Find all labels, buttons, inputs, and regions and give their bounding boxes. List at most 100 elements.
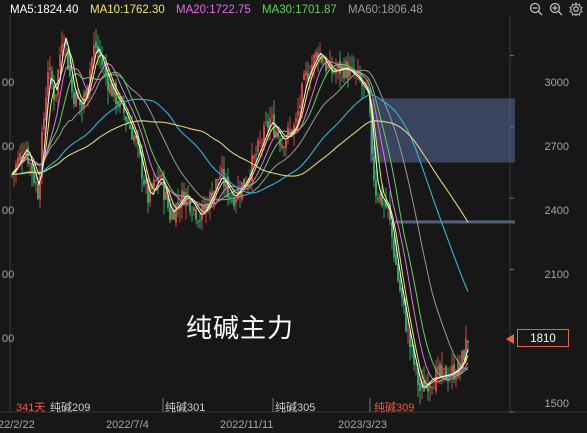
candle-body (431, 387, 433, 389)
x-tick-label: 22/2/22 (0, 419, 35, 431)
candle-body (47, 72, 49, 96)
current-price-tag: 1810 (517, 329, 569, 347)
zoom-in-icon[interactable] (549, 2, 563, 16)
candle-body (283, 146, 285, 149)
candle-body (143, 179, 145, 185)
candle-body (55, 94, 57, 97)
ma10-legend: MA10:1762.30 (90, 4, 165, 16)
candle-body (259, 141, 261, 143)
candle-body (297, 111, 299, 116)
candle-body (327, 65, 329, 69)
candle-body (75, 91, 77, 107)
candle-body (439, 364, 441, 376)
candle-body (441, 365, 443, 377)
candle-body (37, 183, 39, 199)
candle-body (217, 178, 219, 181)
candle-body (117, 101, 119, 105)
ma30-legend: MA30:1701.87 (262, 4, 337, 16)
candle-body (101, 60, 103, 65)
candle-body (69, 67, 71, 77)
candle-body (267, 121, 269, 129)
candle-body (61, 44, 63, 53)
support-line (395, 220, 515, 224)
candle-body (191, 213, 193, 215)
candle-body (351, 66, 353, 68)
candle-body (51, 70, 53, 84)
candle-body (145, 180, 147, 184)
candle-body (397, 264, 399, 281)
candle-body (107, 76, 109, 91)
candle-body (393, 238, 395, 258)
candle-body (253, 155, 255, 159)
contract-label: 纯碱309 (374, 402, 415, 414)
candle-body (129, 125, 131, 129)
candle-body (423, 380, 425, 392)
candle-body (133, 135, 135, 142)
candle-body (169, 207, 171, 221)
left-y-tick-label: 00 (2, 141, 15, 153)
candle-body (433, 388, 435, 390)
candle-body (419, 382, 421, 392)
candle-body (273, 114, 275, 137)
candle-body (407, 329, 409, 332)
candle-body (163, 175, 165, 201)
candle-body (153, 179, 155, 188)
candle-body (229, 196, 231, 198)
left-y-tick-label: 00 (2, 205, 15, 217)
left-y-tick-label: 00 (2, 333, 15, 345)
chart-toolbar (529, 2, 583, 16)
candle-body (195, 209, 197, 220)
candle-body (43, 118, 45, 130)
candle-body (109, 83, 111, 93)
ma5-legend: MA5:1824.40 (10, 4, 79, 16)
candle-body (411, 344, 413, 347)
candle-body (343, 65, 345, 78)
candle-body (265, 122, 267, 124)
candle-body (155, 179, 157, 181)
y-tick-label: 2100 (544, 269, 569, 281)
candle-body (395, 254, 397, 265)
candle-body (299, 105, 301, 109)
left-y-tick-label: 00 (2, 269, 15, 281)
candle-body (199, 220, 201, 222)
candle-body (95, 41, 97, 48)
y-tick-label: 1500 (544, 398, 569, 410)
candle-body (281, 144, 283, 148)
settings-icon[interactable] (569, 2, 583, 16)
x-tick-label: 2023/3/23 (338, 419, 387, 431)
ma60-legend: MA60:1806.48 (348, 4, 423, 16)
candle-body (373, 156, 375, 181)
zoom-out-icon[interactable] (529, 2, 543, 16)
candle-body (81, 103, 83, 109)
candle-body (271, 116, 273, 117)
y-tick-label: 3000 (544, 77, 569, 89)
chart-watermark: 纯碱主力 (186, 314, 295, 344)
candle-body (261, 142, 263, 144)
candle-body (85, 90, 87, 98)
candle-body (257, 140, 259, 153)
candle-body (35, 181, 37, 184)
candle-body (383, 203, 385, 205)
candle-body (305, 71, 307, 76)
contract-label: 纯碱301 (165, 402, 206, 414)
candle-body (49, 67, 51, 70)
x-tick-label: 2022/7/4 (106, 419, 149, 431)
candle-body (289, 129, 291, 131)
candle-body (437, 366, 439, 371)
candle-body (125, 116, 127, 122)
candle-body (159, 175, 161, 179)
candle-body (131, 127, 133, 140)
x-tick-label: 2022/11/11 (220, 419, 274, 431)
chart-area[interactable] (0, 0, 587, 433)
candle-body (379, 194, 381, 202)
candle-body (231, 200, 233, 202)
candle-body (375, 179, 377, 196)
candle-body (171, 210, 173, 220)
y-tick-label: 2700 (544, 141, 569, 153)
candle-body (255, 153, 257, 156)
contract-label: 纯碱305 (275, 402, 316, 414)
candlestick-chart[interactable] (0, 0, 587, 433)
candles (11, 29, 469, 405)
candle-body (233, 197, 235, 207)
left-y-tick-label: 00 (2, 77, 15, 89)
